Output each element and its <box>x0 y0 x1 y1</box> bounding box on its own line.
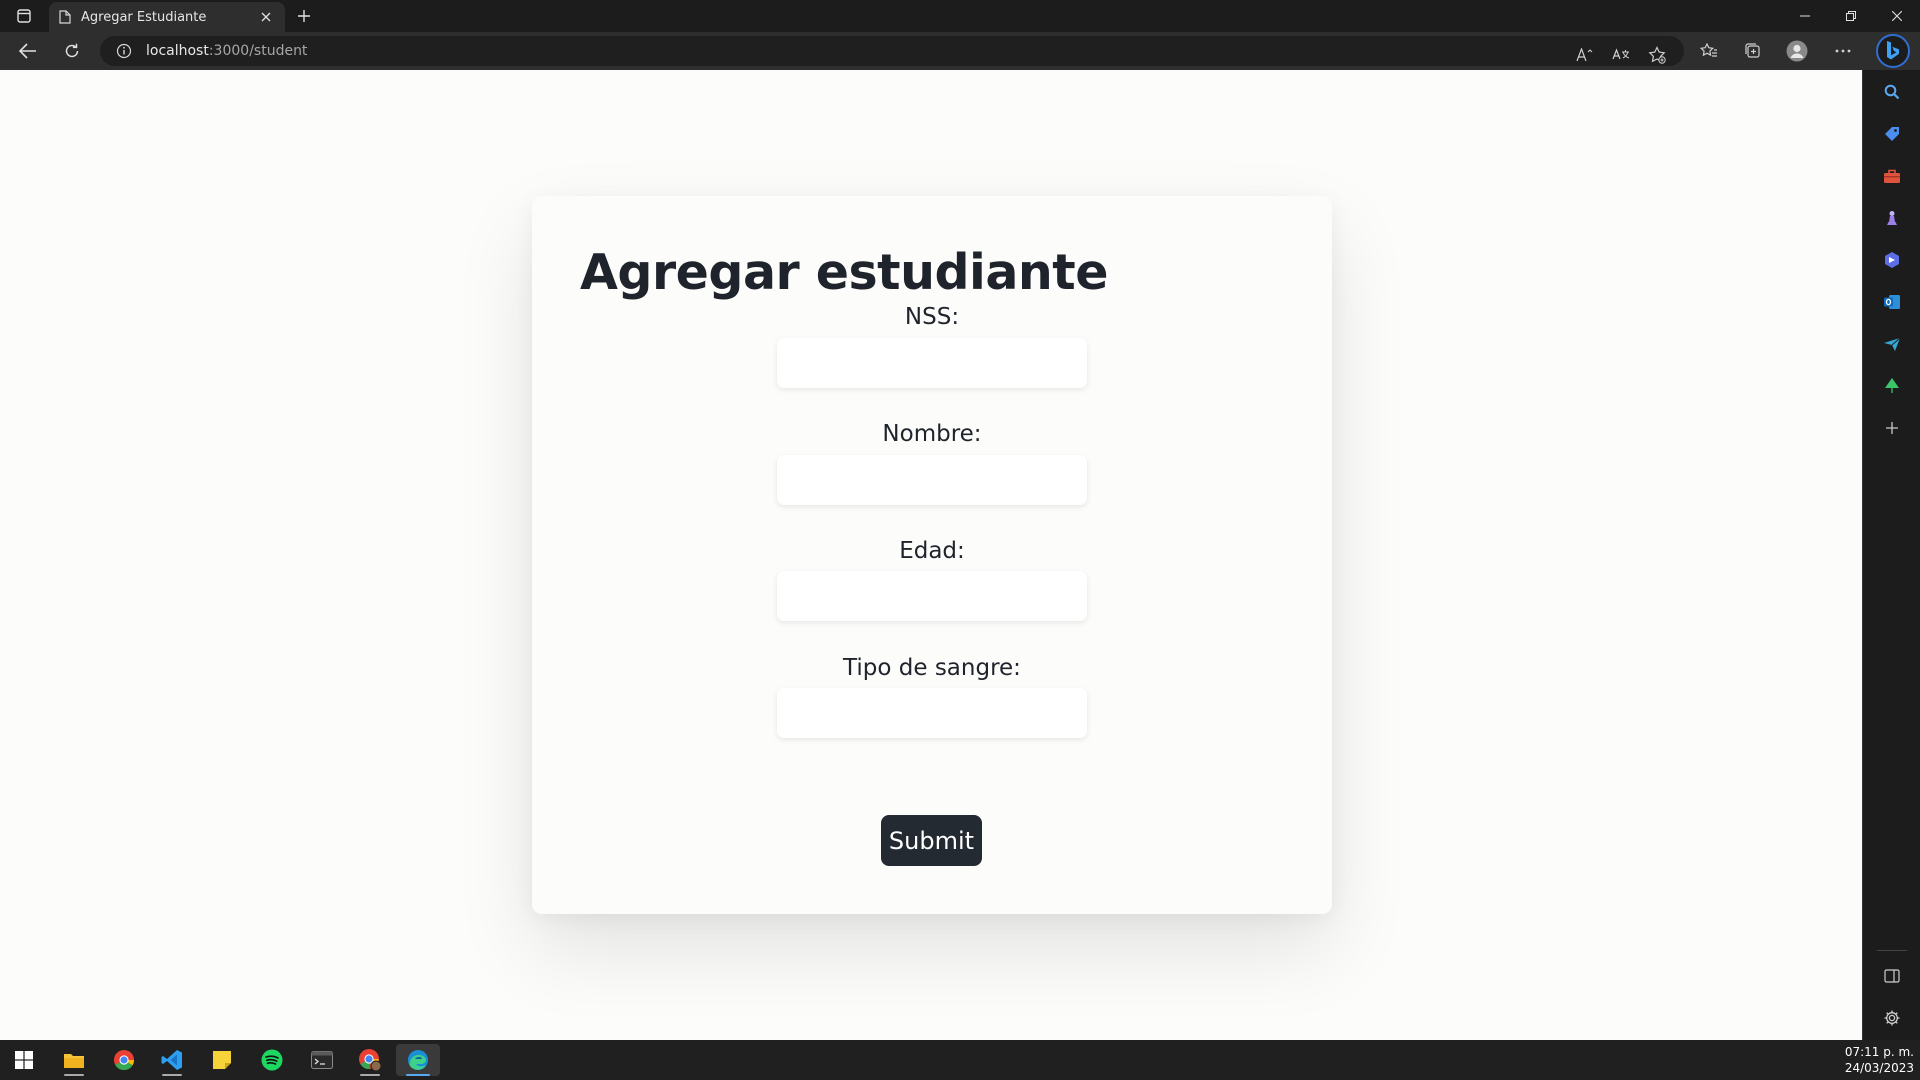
tree-icon[interactable] <box>1880 374 1904 398</box>
file-explorer-icon[interactable] <box>52 1044 96 1076</box>
more-menu-icon[interactable] <box>1828 38 1858 64</box>
spotify-icon[interactable] <box>250 1044 294 1076</box>
sticky-notes-icon[interactable] <box>200 1044 244 1076</box>
add-icon[interactable] <box>1880 416 1904 440</box>
collections-icon[interactable] <box>1738 38 1768 64</box>
outlook-icon[interactable] <box>1880 290 1904 314</box>
back-icon[interactable] <box>14 38 42 64</box>
site-info-icon[interactable] <box>116 43 132 59</box>
address-bar[interactable]: localhost:3000/student <box>100 36 1684 66</box>
edge-sidebar <box>1862 70 1920 1040</box>
edad-input[interactable] <box>777 571 1087 621</box>
edge-icon[interactable] <box>396 1044 440 1076</box>
favorites-icon[interactable] <box>1694 38 1724 64</box>
tab-actions-icon[interactable] <box>12 6 36 26</box>
nombre-label: Nombre: <box>882 421 982 447</box>
chrome-profile-icon[interactable] <box>348 1044 392 1076</box>
sidebar-layout-icon[interactable] <box>1880 964 1904 988</box>
tag-icon[interactable] <box>1880 122 1904 146</box>
bing-icon[interactable] <box>1876 34 1910 68</box>
translate-icon[interactable] <box>1608 43 1634 67</box>
url-path: :3000/student <box>208 43 308 59</box>
toolbox-icon[interactable] <box>1880 164 1904 188</box>
url-host: localhost <box>146 43 209 59</box>
close-tab-icon[interactable] <box>257 8 275 26</box>
refresh-icon[interactable] <box>58 38 86 64</box>
tipo-de-sangre-input[interactable] <box>777 688 1087 738</box>
vscode-icon[interactable] <box>150 1044 194 1076</box>
taskbar-clock[interactable]: 07:11 p. m. 24/03/2023 <box>1845 1044 1914 1076</box>
windows-taskbar: 07:11 p. m. 24/03/2023 <box>0 1040 1920 1080</box>
restore-icon[interactable] <box>1828 0 1874 32</box>
windows-start-icon[interactable] <box>2 1044 46 1076</box>
tipo-de-sangre-label: Tipo de sangre: <box>843 655 1021 681</box>
nombre-input[interactable] <box>777 455 1087 505</box>
chrome-icon[interactable] <box>102 1044 146 1076</box>
tab-title: Agregar Estudiante <box>81 9 207 25</box>
nss-label: NSS: <box>904 304 960 330</box>
browser-tab[interactable]: Agregar Estudiante <box>49 2 285 32</box>
clock-time: 07:11 p. m. <box>1844 1045 1914 1059</box>
edad-label: Edad: <box>899 538 965 564</box>
close-window-icon[interactable] <box>1874 0 1920 32</box>
page-viewport: Agregar estudiante NSS: Nombre: Edad: Ti… <box>0 70 1862 1040</box>
add-favorite-icon[interactable] <box>1644 43 1670 67</box>
url-text: localhost:3000/student <box>146 43 307 59</box>
office-icon[interactable] <box>1880 248 1904 272</box>
terminal-icon[interactable] <box>300 1044 344 1076</box>
page-title: Agregar estudiante <box>580 244 1108 301</box>
page-icon <box>59 10 71 24</box>
browser-toolbar: localhost:3000/student <box>0 32 1920 70</box>
chess-icon[interactable] <box>1880 206 1904 230</box>
new-tab-icon[interactable] <box>293 5 315 27</box>
minimize-icon[interactable] <box>1782 0 1828 32</box>
running-indicator <box>162 1074 182 1076</box>
send-icon[interactable] <box>1880 332 1904 356</box>
clock-date: 24/03/2023 <box>1844 1061 1914 1075</box>
search-icon[interactable] <box>1880 80 1904 104</box>
active-indicator <box>406 1074 430 1076</box>
settings-icon[interactable] <box>1880 1006 1904 1030</box>
profile-avatar-icon[interactable] <box>1782 38 1812 64</box>
add-student-form: Agregar estudiante NSS: Nombre: Edad: Ti… <box>532 196 1332 914</box>
running-indicator <box>64 1074 84 1076</box>
running-indicator <box>360 1074 380 1076</box>
sidebar-divider <box>1877 950 1907 951</box>
tab-strip: Agregar Estudiante <box>0 0 1920 32</box>
read-aloud-icon[interactable] <box>1572 43 1598 67</box>
submit-button[interactable]: Submit <box>881 815 982 866</box>
nss-input[interactable] <box>777 338 1087 388</box>
